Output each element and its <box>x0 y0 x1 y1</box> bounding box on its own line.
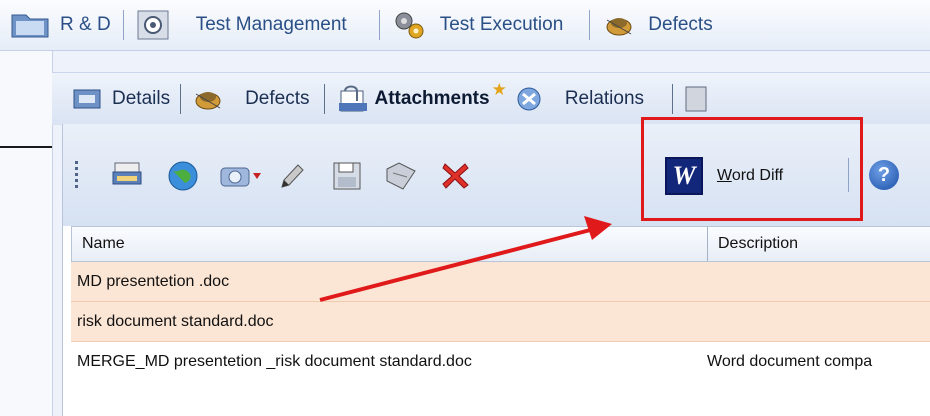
snapshot-dropdown[interactable] <box>249 156 265 196</box>
tab-details[interactable]: Details <box>52 73 178 125</box>
column-header-description[interactable]: Description <box>708 227 798 261</box>
cell-name: MD presentetion .doc <box>77 273 230 290</box>
bug-icon <box>195 92 221 110</box>
globe-icon <box>168 161 198 191</box>
table-row[interactable]: risk document standard.doc <box>71 302 930 342</box>
attachments-panel: W Word Diff ? Name Description MD presen… <box>62 117 930 416</box>
separator <box>848 158 849 192</box>
cell-description <box>701 262 930 301</box>
word-diff-label-rest: ord Diff <box>731 167 784 184</box>
separator <box>589 10 591 40</box>
modified-star-icon: ★ <box>491 80 507 99</box>
column-header-name[interactable]: Name <box>72 227 708 261</box>
left-panel <box>0 51 53 416</box>
tab-more[interactable] <box>675 73 717 125</box>
attachment-icon <box>338 85 367 112</box>
module-bar: R & D Test Management Test Execution Def… <box>0 0 930 51</box>
camera-icon <box>220 167 250 187</box>
separator <box>323 84 325 114</box>
dropdown-arrow-icon <box>253 173 261 179</box>
delete-x-icon <box>442 163 469 189</box>
tab-label: Relations <box>564 88 645 109</box>
word-diff-accesskey: W <box>717 167 732 184</box>
module-test-management[interactable]: Test Management <box>130 0 353 50</box>
module-label: Test Execution <box>439 14 564 35</box>
tab-label: Attachments <box>374 88 490 109</box>
module-label: R & D <box>60 14 111 35</box>
table-row[interactable]: MD presentetion .doc <box>71 262 930 302</box>
word-diff-label: Word Diff <box>717 167 783 185</box>
help-icon: ? <box>877 163 891 186</box>
separator <box>378 10 380 40</box>
cell-description <box>701 302 930 341</box>
separator <box>122 10 124 40</box>
attachments-toolbar: W Word Diff ? <box>63 117 930 226</box>
relations-icon <box>517 87 541 111</box>
toolbar-grip[interactable] <box>75 161 78 191</box>
module-test-execution[interactable]: Test Execution <box>386 0 570 50</box>
detail-tab-bar: Details Defects Attachments ★ Relations <box>52 72 930 125</box>
scanner-button[interactable] <box>107 156 147 196</box>
module-label: Test Management <box>195 14 347 35</box>
bug-icon <box>606 18 632 36</box>
tab-attachments[interactable]: Attachments ★ <box>327 73 515 125</box>
add-url-button[interactable] <box>163 156 203 196</box>
open-folder-icon <box>386 162 416 190</box>
module-defects[interactable]: Defects <box>596 0 718 50</box>
table-row[interactable]: MERGE_MD presentetion _risk document sta… <box>71 342 930 381</box>
attachments-grid: Name Description MD presentetion .doc ri… <box>71 226 930 381</box>
edit-button[interactable] <box>271 156 311 196</box>
pencil-icon <box>281 164 304 188</box>
tab-defects[interactable]: Defects <box>183 73 317 125</box>
details-icon <box>73 89 101 109</box>
tab-label: Defects <box>245 88 310 109</box>
document-icon <box>685 86 707 112</box>
folder-icon <box>11 14 49 38</box>
delete-button[interactable] <box>435 156 475 196</box>
separator <box>180 84 182 114</box>
word-icon: W <box>665 157 703 195</box>
open-button[interactable] <box>381 156 421 196</box>
save-button[interactable] <box>327 156 367 196</box>
module-label: Defects <box>648 14 713 35</box>
scanner-icon <box>112 162 142 185</box>
cell-description: Word document compa <box>707 353 873 370</box>
tab-relations[interactable]: Relations <box>515 73 652 125</box>
grid-header: Name Description <box>71 226 930 262</box>
floppy-disk-icon <box>333 162 361 190</box>
gears-icon <box>395 12 424 39</box>
cell-name: MERGE_MD presentetion _risk document sta… <box>77 353 472 370</box>
module-rd[interactable]: R & D <box>0 0 117 50</box>
tab-label: Details <box>112 88 171 109</box>
separator <box>672 84 674 114</box>
cell-name: risk document standard.doc <box>77 313 274 330</box>
divider <box>0 146 52 148</box>
word-diff-button[interactable]: W Word Diff <box>665 156 783 196</box>
help-button[interactable]: ? <box>869 160 899 190</box>
monitor-icon <box>137 10 169 40</box>
